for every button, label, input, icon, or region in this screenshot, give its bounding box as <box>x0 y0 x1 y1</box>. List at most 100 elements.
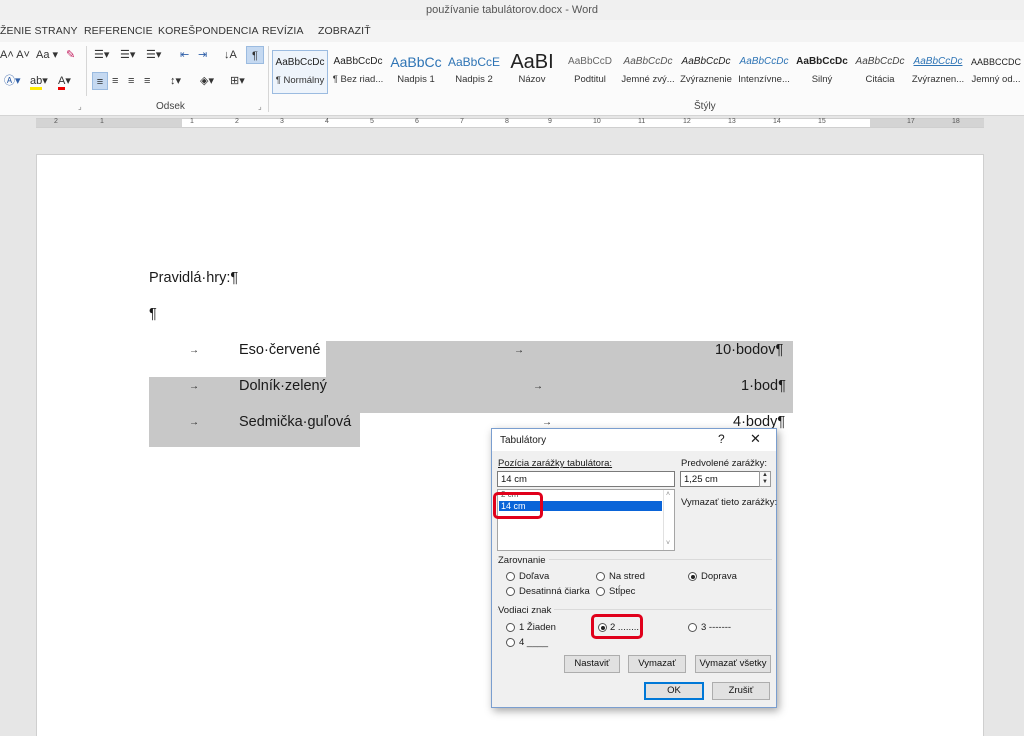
doc-row-3-left[interactable]: Sedmička·guľová <box>239 414 351 430</box>
style-emphasis[interactable]: AaBbCcDc Zvýraznenie <box>678 50 734 94</box>
align-right-label[interactable]: Doprava <box>701 571 737 582</box>
alignment-label: Zarovnanie <box>498 555 549 566</box>
default-stops-spinner[interactable]: ▲ ▼ <box>759 471 771 487</box>
align-decimal-label[interactable]: Desatinná čiarka <box>519 586 590 597</box>
multilevel-list-icon[interactable]: ☰▾ <box>146 46 161 64</box>
doc-row-1-right[interactable]: 10·bodov¶ <box>715 342 783 358</box>
tab-layout[interactable]: ŽENIE STRANY <box>0 25 78 37</box>
leader-dashes-radio[interactable] <box>688 623 697 632</box>
align-bar-label[interactable]: Stĺpec <box>609 586 635 597</box>
justify-icon[interactable]: ≡ <box>144 72 150 90</box>
scroll-up-icon[interactable]: ˄ <box>666 491 670 498</box>
title-bar: používanie tabulátorov.docx - Word <box>0 0 1024 20</box>
borders-icon[interactable]: ⊞▾ <box>230 72 245 90</box>
doc-row-2-right[interactable]: 1·bod¶ <box>741 378 786 394</box>
style-heading-1[interactable]: AaBbCc Nadpis 1 <box>388 50 444 94</box>
show-marks-icon[interactable]: ¶ <box>246 46 264 64</box>
line-spacing-icon[interactable]: ↕▾ <box>170 72 181 90</box>
tab-stop-position-label: Pozícia zarážky tabulátora: <box>498 458 613 469</box>
sort-icon[interactable]: ↓A <box>224 46 237 64</box>
horizontal-ruler[interactable]: 2 1 1 2 3 4 5 6 7 8 9 10 11 12 13 14 15 … <box>0 116 1024 130</box>
style-intense-emphasis[interactable]: AaBbCcDc Intenzívne... <box>736 50 792 94</box>
numbering-icon[interactable]: ☰▾ <box>120 46 135 64</box>
leader-none-radio[interactable] <box>506 623 515 632</box>
text-effects-icon[interactable]: Ⓐ▾ <box>4 72 21 90</box>
cancel-button[interactable]: Zrušiť <box>712 682 770 700</box>
help-icon[interactable]: ? <box>718 432 725 446</box>
align-center-label[interactable]: Na stred <box>609 571 645 582</box>
list-scrollbar[interactable]: ˄ ˅ <box>663 490 674 550</box>
align-center-icon[interactable]: ≡ <box>112 72 118 90</box>
tabs-dialog: Tabulátory ? ✕ Pozícia zarážky tabulátor… <box>491 428 777 708</box>
style-normal[interactable]: AaBbCcDc ¶ Normálny <box>272 50 328 94</box>
increase-indent-icon[interactable]: ⇥ <box>198 46 207 64</box>
style-subtitle[interactable]: AaBbCcD Podtitul <box>562 50 618 94</box>
styles-group-label: Štýly <box>694 101 716 112</box>
font-color-icon[interactable]: A▾ <box>58 72 71 90</box>
tab-mark-icon: → <box>189 417 199 428</box>
tab-mark-icon: → <box>533 381 543 392</box>
style-quote[interactable]: AaBbCcDc Citácia <box>852 50 908 94</box>
ok-button[interactable]: OK <box>644 682 704 700</box>
style-intense-quote[interactable]: AaBbCcDc Zvýraznen... <box>910 50 966 94</box>
style-heading-2[interactable]: AaBbCcE Nadpis 2 <box>446 50 502 94</box>
dialog-title: Tabulátory <box>500 435 547 446</box>
align-bar-radio[interactable] <box>596 587 605 596</box>
decrease-indent-icon[interactable]: ⇤ <box>180 46 189 64</box>
style-subtle-reference[interactable]: AABBCCDC Jemný od... <box>968 50 1024 94</box>
styles-gallery: AaBbCcDc ¶ Normálny AaBbCcDc ¶ Bez riad.… <box>272 46 1024 98</box>
bullets-icon[interactable]: ☰▾ <box>94 46 109 64</box>
tab-references[interactable]: REFERENCIE <box>84 25 153 37</box>
font-dialog-launcher-icon[interactable]: ⌟ <box>78 102 82 111</box>
align-decimal-radio[interactable] <box>506 587 515 596</box>
doc-row-1-left[interactable]: Eso·červené <box>239 342 320 358</box>
leader-underline-label[interactable]: 4 ____ <box>519 637 548 648</box>
leader-none-label[interactable]: 1 Žiaden <box>519 622 556 633</box>
clear-button[interactable]: Vymazať <box>628 655 686 673</box>
tab-mailings[interactable]: KOREŠPONDENCIA <box>158 25 259 37</box>
clear-formatting-icon[interactable]: ✎ <box>66 46 75 64</box>
align-right-radio[interactable] <box>688 572 697 581</box>
tab-mark-icon: → <box>189 381 199 392</box>
dialog-title-bar: Tabulátory ? ✕ <box>492 429 776 451</box>
tab-review[interactable]: REVÍZIA <box>262 25 304 37</box>
shading-icon[interactable]: ◈▾ <box>200 72 214 90</box>
paragraph-group-label: Odsek <box>156 101 185 112</box>
highlight-icon[interactable]: ab▾ <box>30 72 48 90</box>
grow-font-button[interactable]: A˄ A˅ <box>0 46 30 64</box>
window-title: používanie tabulátorov.docx - Word <box>425 4 599 16</box>
annotation-highlight-box <box>493 492 543 519</box>
style-strong[interactable]: AaBbCcDc Silný <box>794 50 850 94</box>
doc-row-2-left[interactable]: Dolník·zelený <box>239 378 327 394</box>
ribbon-tabs: ŽENIE STRANY REFERENCIE KOREŠPONDENCIA R… <box>0 20 1024 42</box>
change-case-label: Aa <box>36 49 50 61</box>
align-right-icon[interactable]: ≡ <box>128 72 134 90</box>
align-left-radio[interactable] <box>506 572 515 581</box>
paragraph-dialog-launcher-icon[interactable]: ⌟ <box>258 102 262 111</box>
doc-heading[interactable]: Pravidlá·hry:¶ <box>149 270 238 286</box>
leader-label: Vodiaci znak <box>498 605 555 616</box>
align-left-label[interactable]: Doľava <box>519 571 549 582</box>
change-case-button[interactable]: Aa ▾ <box>36 46 58 64</box>
style-title[interactable]: AaBI Názov <box>504 50 560 94</box>
ribbon: A˄ A˅ Aa ▾ ✎ Ⓐ▾ ab▾ A▾ ☰▾ ☰▾ ☰▾ ⇤ ⇥ ↓A ¶… <box>0 42 1024 116</box>
style-no-spacing[interactable]: AaBbCcDc ¶ Bez riad... <box>330 50 386 94</box>
tab-view[interactable]: ZOBRAZIŤ <box>318 25 371 37</box>
set-button[interactable]: Nastaviť <box>564 655 620 673</box>
leader-underline-radio[interactable] <box>506 638 515 647</box>
style-subtle-emphasis[interactable]: AaBbCcDc Jemné zvý... <box>620 50 676 94</box>
clear-stops-label: Vymazať tieto zarážky: <box>681 497 778 508</box>
leader-dashes-label[interactable]: 3 ------- <box>701 622 731 633</box>
align-left-icon[interactable]: ≡ <box>92 72 108 90</box>
align-center-radio[interactable] <box>596 572 605 581</box>
tab-stop-position-input[interactable] <box>497 471 675 487</box>
annotation-highlight-box <box>591 614 643 639</box>
default-stops-input[interactable] <box>680 471 760 487</box>
tab-mark-icon: → <box>189 345 199 356</box>
close-icon[interactable]: ✕ <box>750 431 761 447</box>
clear-all-button[interactable]: Vymazať všetky <box>695 655 771 673</box>
doc-empty-paragraph[interactable]: ¶ <box>149 306 157 322</box>
tab-mark-icon: → <box>542 417 552 428</box>
tab-mark-icon: → <box>514 345 524 356</box>
scroll-down-icon[interactable]: ˅ <box>666 540 670 547</box>
